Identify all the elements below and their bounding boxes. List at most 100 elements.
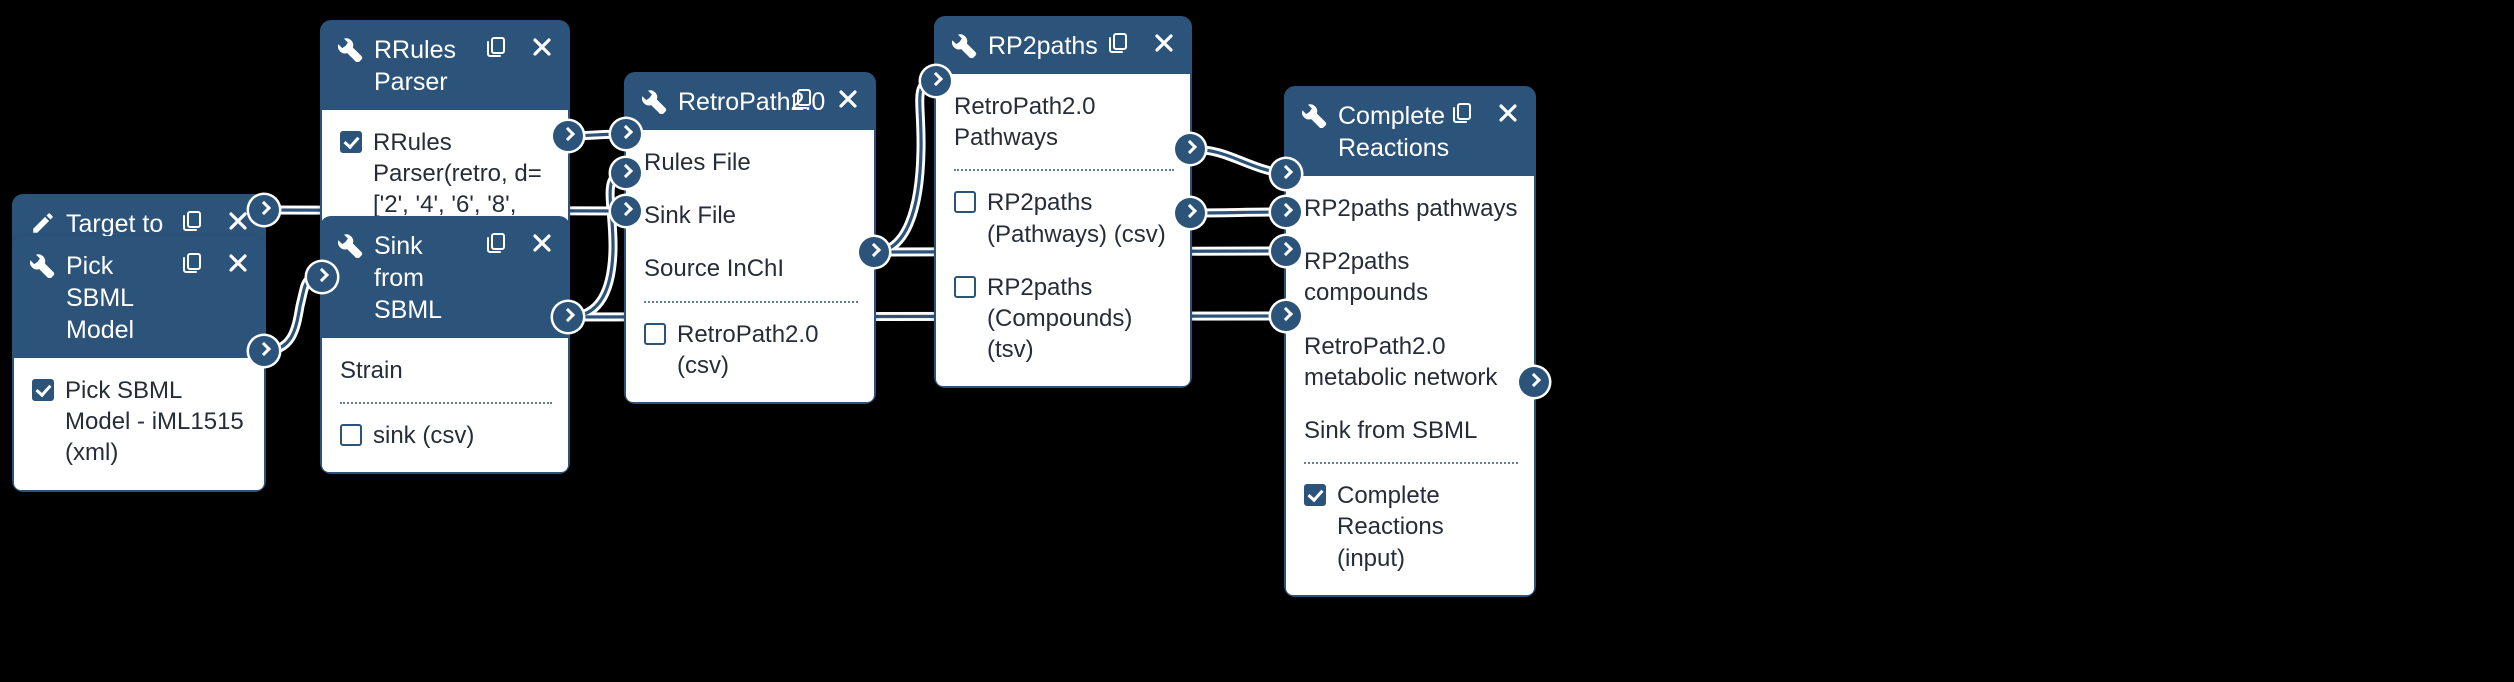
workflow-canvas[interactable]: Target to produceoutput (text)Pick SBML … [0, 0, 2514, 682]
output-port-chevron-right-icon[interactable] [1175, 134, 1205, 164]
input-port-chevron-right-icon[interactable] [307, 262, 337, 292]
close-icon[interactable] [530, 231, 554, 257]
output-label: RP2paths (Compounds) (tsv) [987, 273, 1133, 364]
output-label: sink (csv) [373, 422, 475, 450]
input-row: Source InChI [626, 242, 874, 295]
input-port-chevron-right-icon[interactable] [611, 158, 641, 188]
input-port-chevron-right-icon[interactable] [1271, 236, 1301, 266]
close-icon[interactable] [1496, 101, 1520, 127]
copy-icon[interactable] [484, 35, 508, 61]
output-label: RetroPath2.0 (csv) [677, 320, 819, 379]
output-row: Pick SBML Model - iML1515 (xml) [14, 364, 264, 480]
output-port-chevron-right-icon[interactable] [553, 121, 583, 151]
output-port-chevron-right-icon[interactable] [859, 237, 889, 267]
close-icon[interactable] [226, 251, 250, 277]
output-port-chevron-right-icon[interactable] [553, 302, 583, 332]
checkbox-checked-icon[interactable] [1304, 484, 1326, 507]
copy-icon[interactable] [1106, 31, 1130, 57]
input-row: Rules File [626, 136, 874, 189]
node-body: Rules File Sink File Source InChI RetroPath… [626, 130, 874, 402]
node-header[interactable]: Complete Reactions [1286, 88, 1534, 176]
node-pick-sbml-model[interactable]: Pick SBML Model Pick SBML Model - iML1515… [14, 238, 279, 490]
pencil-icon [30, 210, 56, 236]
input-row: RetroPath2.0 Pathways [936, 80, 1190, 164]
input-port-chevron-right-icon[interactable] [1271, 159, 1301, 189]
close-icon[interactable] [836, 87, 860, 113]
input-port-chevron-right-icon[interactable] [611, 119, 641, 149]
copy-icon[interactable] [790, 87, 814, 113]
node-header-buttons [484, 35, 554, 61]
node-header[interactable]: RetroPath2.0 [626, 74, 874, 130]
checkbox-unchecked-icon[interactable] [954, 191, 976, 214]
node-body: Strain sink (csv) [322, 338, 568, 473]
node-header[interactable]: Sink from SBML [322, 218, 568, 338]
input-port-chevron-right-icon[interactable] [1271, 197, 1301, 227]
node-header[interactable]: RRules Parser [322, 22, 568, 110]
output-port-chevron-right-icon[interactable] [249, 195, 279, 225]
node-body: RP2paths pathways RP2paths compounds Retro… [1286, 176, 1534, 595]
port-separator [340, 402, 552, 405]
node-retropath2[interactable]: RetroPath2.0 Rules File Sink File Source In… [611, 74, 889, 402]
port-separator [644, 300, 858, 303]
input-label: Strain [340, 357, 403, 384]
output-label: RP2paths (Pathways) (csv) [987, 189, 1166, 248]
node-title: RP2paths [988, 32, 1098, 60]
close-icon[interactable] [530, 35, 554, 61]
node-header[interactable]: Pick SBML Model [14, 238, 264, 358]
checkbox-unchecked-icon[interactable] [340, 424, 362, 447]
input-label: Source InChI [644, 255, 785, 283]
input-label: RetroPath2.0 Pathways [954, 93, 1096, 152]
wrench-icon [951, 32, 978, 59]
input-label: RetroPath2.0 metabolic network [1304, 332, 1498, 391]
node-header[interactable]: RP2paths [936, 18, 1190, 74]
input-port-chevron-right-icon[interactable] [611, 196, 641, 226]
input-row: RP2paths pathways [1286, 182, 1534, 235]
copy-icon[interactable] [484, 231, 508, 257]
node-title: Complete Reactions [1338, 102, 1450, 162]
input-label: Sink File [644, 202, 737, 230]
node-header-buttons [790, 87, 860, 113]
input-row: Sink from SBML [1286, 404, 1534, 457]
output-row: RP2paths (Compounds) (tsv) [936, 261, 1190, 377]
output-row: RetroPath2.0 (csv) [626, 308, 874, 392]
input-port-chevron-right-icon[interactable] [921, 66, 951, 96]
copy-icon[interactable] [1450, 101, 1474, 127]
node-complete-reactions[interactable]: Complete Reactions RP2paths pathways RP2pa… [1271, 88, 1549, 595]
input-row: Sink File [626, 189, 874, 242]
node-title: Pick SBML Model [66, 252, 135, 344]
output-row: Complete Reactions (input) [1286, 469, 1534, 585]
node-header-buttons [1450, 101, 1520, 127]
node-header-buttons [180, 251, 250, 277]
node-header-buttons [180, 209, 250, 235]
wrench-icon [337, 232, 364, 259]
wrench-icon [641, 88, 668, 115]
output-label: Pick SBML Model - iML1515 (xml) [65, 377, 244, 467]
node-title: Sink from SBML [374, 232, 443, 324]
checkbox-unchecked-icon[interactable] [954, 275, 976, 298]
node-rp2paths[interactable]: RP2paths RetroPath2.0 Pathways RP2paths (P… [921, 18, 1205, 387]
checkbox-checked-icon[interactable] [340, 131, 362, 153]
close-icon[interactable] [1152, 31, 1176, 57]
input-row: Strain [322, 344, 568, 397]
checkbox-unchecked-icon[interactable] [644, 322, 666, 345]
node-body: RetroPath2.0 Pathways RP2paths (Pathways)… [936, 74, 1190, 387]
copy-icon[interactable] [180, 251, 204, 277]
port-separator [1304, 462, 1518, 465]
checkbox-checked-icon[interactable] [32, 379, 54, 401]
copy-icon[interactable] [180, 209, 204, 235]
node-body: Pick SBML Model - iML1515 (xml) [14, 358, 264, 490]
input-port-chevron-right-icon[interactable] [1271, 301, 1301, 331]
close-icon[interactable] [226, 209, 250, 235]
input-row: RP2paths compounds [1286, 235, 1534, 319]
input-row: RetroPath2.0 metabolic network [1286, 320, 1534, 404]
input-label: Sink from SBML [1304, 416, 1478, 444]
port-separator [954, 169, 1174, 172]
output-port-chevron-right-icon[interactable] [1519, 367, 1549, 397]
output-port-chevron-right-icon[interactable] [249, 336, 279, 366]
output-row: sink (csv) [322, 409, 568, 462]
input-label: Rules File [644, 149, 751, 176]
wrench-icon [337, 36, 364, 63]
node-sink-from-sbml[interactable]: Sink from SBML Strain sink (csv) [307, 218, 583, 473]
output-label: Complete Reactions (input) [1337, 482, 1444, 572]
output-port-chevron-right-icon[interactable] [1175, 198, 1205, 228]
